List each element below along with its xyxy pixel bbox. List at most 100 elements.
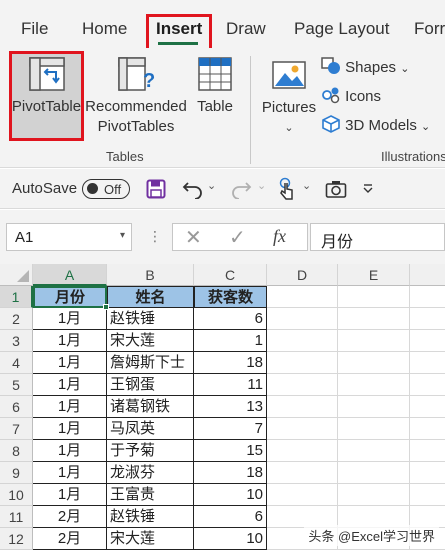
empty-cell[interactable] bbox=[410, 374, 445, 396]
cell-count[interactable]: 18 bbox=[194, 352, 267, 374]
row-header[interactable]: 9 bbox=[0, 462, 33, 484]
customize-toolbar-icon[interactable] bbox=[362, 183, 374, 195]
cell-name[interactable]: 诸葛钢铁 bbox=[107, 396, 194, 418]
empty-cell[interactable] bbox=[338, 418, 410, 440]
cell-month[interactable]: 1月 bbox=[33, 484, 107, 506]
cell-count[interactable]: 6 bbox=[194, 308, 267, 330]
row-header[interactable]: 11 bbox=[0, 506, 33, 528]
cell-name[interactable]: 于予菊 bbox=[107, 440, 194, 462]
empty-cell[interactable] bbox=[338, 352, 410, 374]
cell-month[interactable]: 1月 bbox=[33, 330, 107, 352]
autosave-toggle[interactable]: Off bbox=[82, 179, 130, 199]
empty-cell[interactable] bbox=[267, 418, 338, 440]
empty-cell[interactable] bbox=[410, 286, 445, 308]
cell-month[interactable]: 1月 bbox=[33, 418, 107, 440]
empty-cell[interactable] bbox=[410, 418, 445, 440]
undo-icon[interactable] bbox=[182, 179, 204, 199]
select-all-corner[interactable] bbox=[0, 264, 33, 286]
empty-cell[interactable] bbox=[338, 484, 410, 506]
empty-cell[interactable] bbox=[267, 330, 338, 352]
header-cell[interactable]: 月份 bbox=[33, 286, 107, 308]
empty-cell[interactable] bbox=[410, 462, 445, 484]
empty-cell[interactable] bbox=[410, 352, 445, 374]
cell-month[interactable]: 1月 bbox=[33, 440, 107, 462]
row-header[interactable]: 2 bbox=[0, 308, 33, 330]
cell-name[interactable]: 詹姆斯下士 bbox=[107, 352, 194, 374]
cell-count[interactable]: 10 bbox=[194, 528, 267, 550]
tab-home[interactable]: Home bbox=[82, 19, 127, 39]
name-box[interactable]: A1 ▾ bbox=[6, 223, 132, 251]
empty-cell[interactable] bbox=[410, 440, 445, 462]
touch-mode-chevron-icon[interactable]: ⌄ bbox=[302, 179, 311, 192]
row-header[interactable]: 5 bbox=[0, 374, 33, 396]
empty-cell[interactable] bbox=[338, 440, 410, 462]
cell-count[interactable]: 18 bbox=[194, 462, 267, 484]
empty-cell[interactable] bbox=[410, 396, 445, 418]
cell-name[interactable]: 赵铁锤 bbox=[107, 308, 194, 330]
empty-cell[interactable] bbox=[267, 484, 338, 506]
undo-dropdown-chevron-icon[interactable]: ⌄ bbox=[207, 179, 216, 192]
cell-name[interactable]: 马凤英 bbox=[107, 418, 194, 440]
column-header-c[interactable]: C bbox=[194, 264, 267, 286]
cell-count[interactable]: 15 bbox=[194, 440, 267, 462]
tab-draw[interactable]: Draw bbox=[226, 19, 266, 39]
cell-name[interactable]: 赵铁锤 bbox=[107, 506, 194, 528]
pivottable-button[interactable]: PivotTable bbox=[9, 56, 84, 117]
column-header-f[interactable] bbox=[410, 264, 445, 286]
empty-cell[interactable] bbox=[410, 308, 445, 330]
cell-name[interactable]: 龙淑芬 bbox=[107, 462, 194, 484]
cell-month[interactable]: 2月 bbox=[33, 506, 107, 528]
shapes-button[interactable]: Shapes ⌄ bbox=[321, 57, 409, 76]
cell-month[interactable]: 2月 bbox=[33, 528, 107, 550]
cell-month[interactable]: 1月 bbox=[33, 374, 107, 396]
empty-cell[interactable] bbox=[338, 462, 410, 484]
row-header[interactable]: 4 bbox=[0, 352, 33, 374]
row-header[interactable]: 12 bbox=[0, 528, 33, 550]
cell-month[interactable]: 1月 bbox=[33, 352, 107, 374]
row-header[interactable]: 8 bbox=[0, 440, 33, 462]
camera-icon[interactable] bbox=[325, 179, 347, 199]
column-header-d[interactable]: D bbox=[267, 264, 338, 286]
name-box-dropdown-icon[interactable]: ▾ bbox=[120, 230, 125, 241]
cell-name[interactable]: 王富贵 bbox=[107, 484, 194, 506]
cell-name[interactable]: 宋大莲 bbox=[107, 330, 194, 352]
cell-name[interactable]: 宋大莲 bbox=[107, 528, 194, 550]
icons-button[interactable]: Icons bbox=[321, 86, 381, 105]
cell-month[interactable]: 1月 bbox=[33, 396, 107, 418]
row-header[interactable]: 3 bbox=[0, 330, 33, 352]
cell-month[interactable]: 1月 bbox=[33, 462, 107, 484]
column-header-a[interactable]: A bbox=[33, 264, 107, 286]
cell-count[interactable]: 11 bbox=[194, 374, 267, 396]
cancel-icon[interactable]: ✕ bbox=[185, 225, 202, 250]
cell-count[interactable]: 7 bbox=[194, 418, 267, 440]
enter-checkmark-icon[interactable]: ✓ bbox=[229, 225, 246, 250]
empty-cell[interactable] bbox=[267, 352, 338, 374]
cell-count[interactable]: 1 bbox=[194, 330, 267, 352]
3d-models-button[interactable]: 3D Models ⌄ bbox=[321, 115, 430, 134]
cell-name[interactable]: 王钢蛋 bbox=[107, 374, 194, 396]
empty-cell[interactable] bbox=[267, 374, 338, 396]
tab-formulas[interactable]: Forr bbox=[414, 19, 445, 39]
touch-mode-icon[interactable] bbox=[276, 177, 296, 201]
empty-cell[interactable] bbox=[267, 286, 338, 308]
formula-input[interactable]: 月份 bbox=[310, 223, 445, 251]
column-header-e[interactable]: E bbox=[338, 264, 410, 286]
fill-handle[interactable] bbox=[103, 304, 109, 310]
empty-cell[interactable] bbox=[267, 440, 338, 462]
cell-count[interactable]: 13 bbox=[194, 396, 267, 418]
row-header[interactable]: 6 bbox=[0, 396, 33, 418]
empty-cell[interactable] bbox=[338, 374, 410, 396]
save-icon[interactable] bbox=[146, 179, 166, 199]
tab-file[interactable]: File bbox=[21, 19, 48, 39]
empty-cell[interactable] bbox=[338, 308, 410, 330]
table-button[interactable]: Table bbox=[190, 56, 240, 117]
empty-cell[interactable] bbox=[338, 396, 410, 418]
header-cell[interactable]: 获客数 bbox=[194, 286, 267, 308]
insert-function-icon[interactable]: fx bbox=[273, 226, 286, 247]
tab-page-layout[interactable]: Page Layout bbox=[294, 19, 389, 39]
row-header[interactable]: 7 bbox=[0, 418, 33, 440]
pictures-dropdown-chevron-icon[interactable]: ⌄ bbox=[260, 118, 318, 138]
pictures-button[interactable]: Pictures ⌄ bbox=[260, 60, 318, 138]
empty-cell[interactable] bbox=[410, 330, 445, 352]
cell-count[interactable]: 10 bbox=[194, 484, 267, 506]
